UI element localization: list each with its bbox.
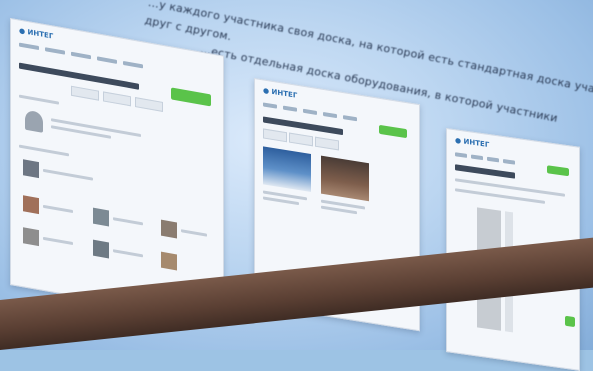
tab[interactable]	[263, 128, 287, 143]
nav-item[interactable]	[123, 60, 143, 69]
group-caption	[43, 168, 93, 181]
nav-item[interactable]	[471, 154, 483, 161]
participant-thumbnail[interactable]	[23, 195, 39, 215]
participant-thumbnail[interactable]	[161, 219, 177, 239]
participant-thumbnail[interactable]	[161, 251, 177, 271]
tab[interactable]	[289, 132, 313, 147]
nav-item[interactable]	[303, 108, 317, 115]
top-navigation	[19, 42, 143, 69]
confirm-button[interactable]	[565, 315, 575, 328]
participant-caption	[113, 249, 143, 258]
page-title	[19, 62, 139, 90]
section-label	[19, 94, 59, 105]
screenshot-profile-page: ● ИНТЕГ	[10, 18, 224, 323]
nav-item[interactable]	[71, 51, 91, 60]
nav-item[interactable]	[455, 152, 467, 158]
nav-item[interactable]	[19, 42, 39, 51]
participant-caption	[43, 236, 73, 246]
section-label	[19, 144, 69, 157]
participant-caption	[113, 217, 143, 226]
equipment-photo[interactable]	[263, 146, 311, 193]
equipment-photo[interactable]	[321, 155, 369, 202]
page-title	[455, 164, 515, 179]
participant-thumbnail[interactable]	[23, 227, 39, 247]
tab[interactable]	[103, 91, 131, 107]
site-logo: ● ИНТЕГ	[19, 26, 54, 41]
nav-item[interactable]	[487, 156, 499, 163]
filter-row	[455, 178, 565, 197]
participant-caption	[181, 229, 207, 237]
presentation-slide: ...у каждого участника своя доска, на ко…	[0, 0, 593, 371]
user-avatar	[25, 109, 43, 133]
tab[interactable]	[71, 85, 99, 101]
participant-thumbnail[interactable]	[93, 207, 109, 227]
nav-item[interactable]	[263, 102, 277, 109]
site-logo: ● ИНТЕГ	[263, 86, 298, 100]
participant-thumbnail[interactable]	[93, 239, 109, 259]
nav-item[interactable]	[97, 56, 117, 64]
action-button[interactable]	[379, 124, 407, 139]
top-navigation	[455, 152, 515, 165]
tab[interactable]	[315, 136, 339, 151]
nav-item[interactable]	[503, 159, 515, 165]
action-button[interactable]	[547, 165, 569, 177]
tab[interactable]	[135, 97, 163, 112]
participant-caption	[43, 204, 73, 214]
site-logo: ● ИНТЕГ	[455, 136, 490, 150]
action-button[interactable]	[171, 87, 211, 107]
group-thumbnail[interactable]	[23, 159, 39, 179]
nav-item[interactable]	[323, 111, 337, 119]
nav-item[interactable]	[283, 105, 297, 112]
nav-item[interactable]	[45, 47, 65, 55]
nav-item[interactable]	[343, 115, 357, 122]
